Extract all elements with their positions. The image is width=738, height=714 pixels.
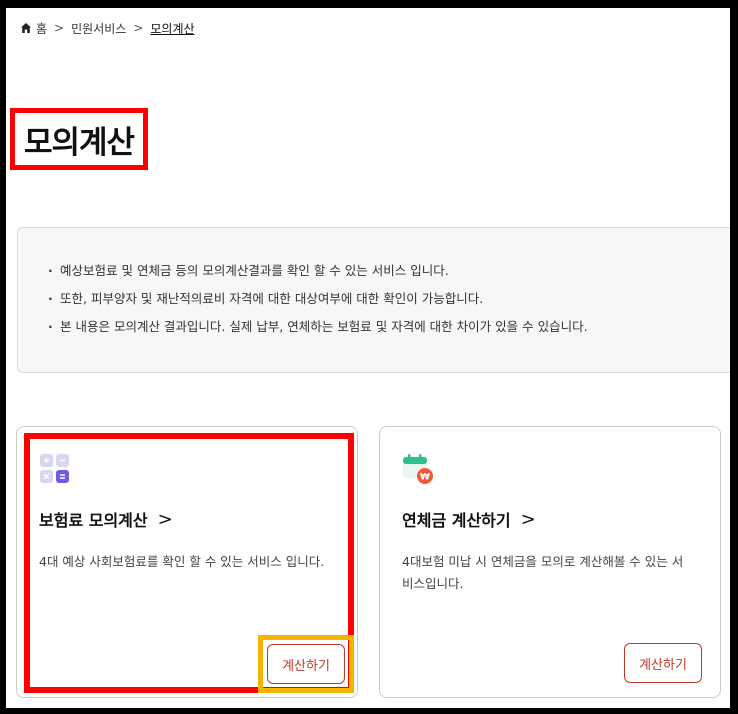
card-title-text: 연체금 계산하기 bbox=[402, 511, 511, 530]
svg-text:₩: ₩ bbox=[420, 473, 430, 483]
calendar-won-icon: ₩ bbox=[403, 454, 433, 484]
chevron-right-icon: > bbox=[157, 508, 173, 530]
chevron-right-icon: > bbox=[133, 21, 144, 35]
card-title[interactable]: 보험료 모의계산 > bbox=[39, 507, 173, 531]
notice-box: 예상보험료 및 연체금 등의 모의계산결과를 확인 할 수 있는 서비스 입니다… bbox=[17, 227, 730, 373]
notice-item: 또한, 피부양자 및 재난적의료비 자격에 대한 대상여부에 대한 확인이 가능… bbox=[48, 292, 730, 307]
card-title-text: 보험료 모의계산 bbox=[39, 511, 148, 530]
page-title: 모의계산 bbox=[23, 124, 135, 161]
calculator-icon bbox=[40, 454, 69, 483]
notice-list: 예상보험료 및 연체금 등의 모의계산결과를 확인 할 수 있는 서비스 입니다… bbox=[48, 264, 730, 335]
notice-item: 본 내용은 모의계산 결과입니다. 실제 납부, 연체하는 보험료 및 자격에 … bbox=[48, 320, 730, 335]
breadcrumb: 홈 > 민원서비스 > 모의계산 bbox=[20, 20, 195, 36]
card-description: 4대보험 미납 시 연체금을 모의로 계산해볼 수 있는 서비스입니다. bbox=[402, 554, 684, 591]
breadcrumb-civil-service[interactable]: 민원서비스 bbox=[71, 20, 126, 37]
chevron-right-icon: > bbox=[520, 508, 536, 530]
card-title[interactable]: 연체금 계산하기 > bbox=[402, 507, 536, 531]
notice-item: 예상보험료 및 연체금 등의 모의계산결과를 확인 할 수 있는 서비스 입니다… bbox=[48, 264, 730, 279]
card-premium-simulation[interactable]: 보험료 모의계산 > 4대 예상 사회보험료를 확인 할 수 있는 서비스 입니… bbox=[16, 426, 358, 698]
button-highlight: 계산하기 bbox=[258, 635, 354, 693]
calculate-button[interactable]: 계산하기 bbox=[267, 644, 345, 684]
breadcrumb-home[interactable]: 홈 bbox=[36, 20, 47, 37]
calculate-button[interactable]: 계산하기 bbox=[624, 643, 702, 683]
card-late-fee-calculation[interactable]: ₩ 연체금 계산하기 > 4대보험 미납 시 연체금을 모의로 계산해볼 수 있… bbox=[379, 426, 721, 698]
card-description: 4대 예상 사회보험료를 확인 할 수 있는 서비스 입니다. bbox=[39, 554, 325, 569]
page-frame: 홈 > 민원서비스 > 모의계산 모의계산 예상보험료 및 연체금 등의 모의계… bbox=[6, 8, 730, 708]
breadcrumb-current[interactable]: 모의계산 bbox=[150, 20, 194, 37]
chevron-right-icon: > bbox=[54, 21, 65, 35]
page-title-highlight: 모의계산 bbox=[10, 108, 148, 170]
home-icon[interactable] bbox=[20, 22, 32, 34]
